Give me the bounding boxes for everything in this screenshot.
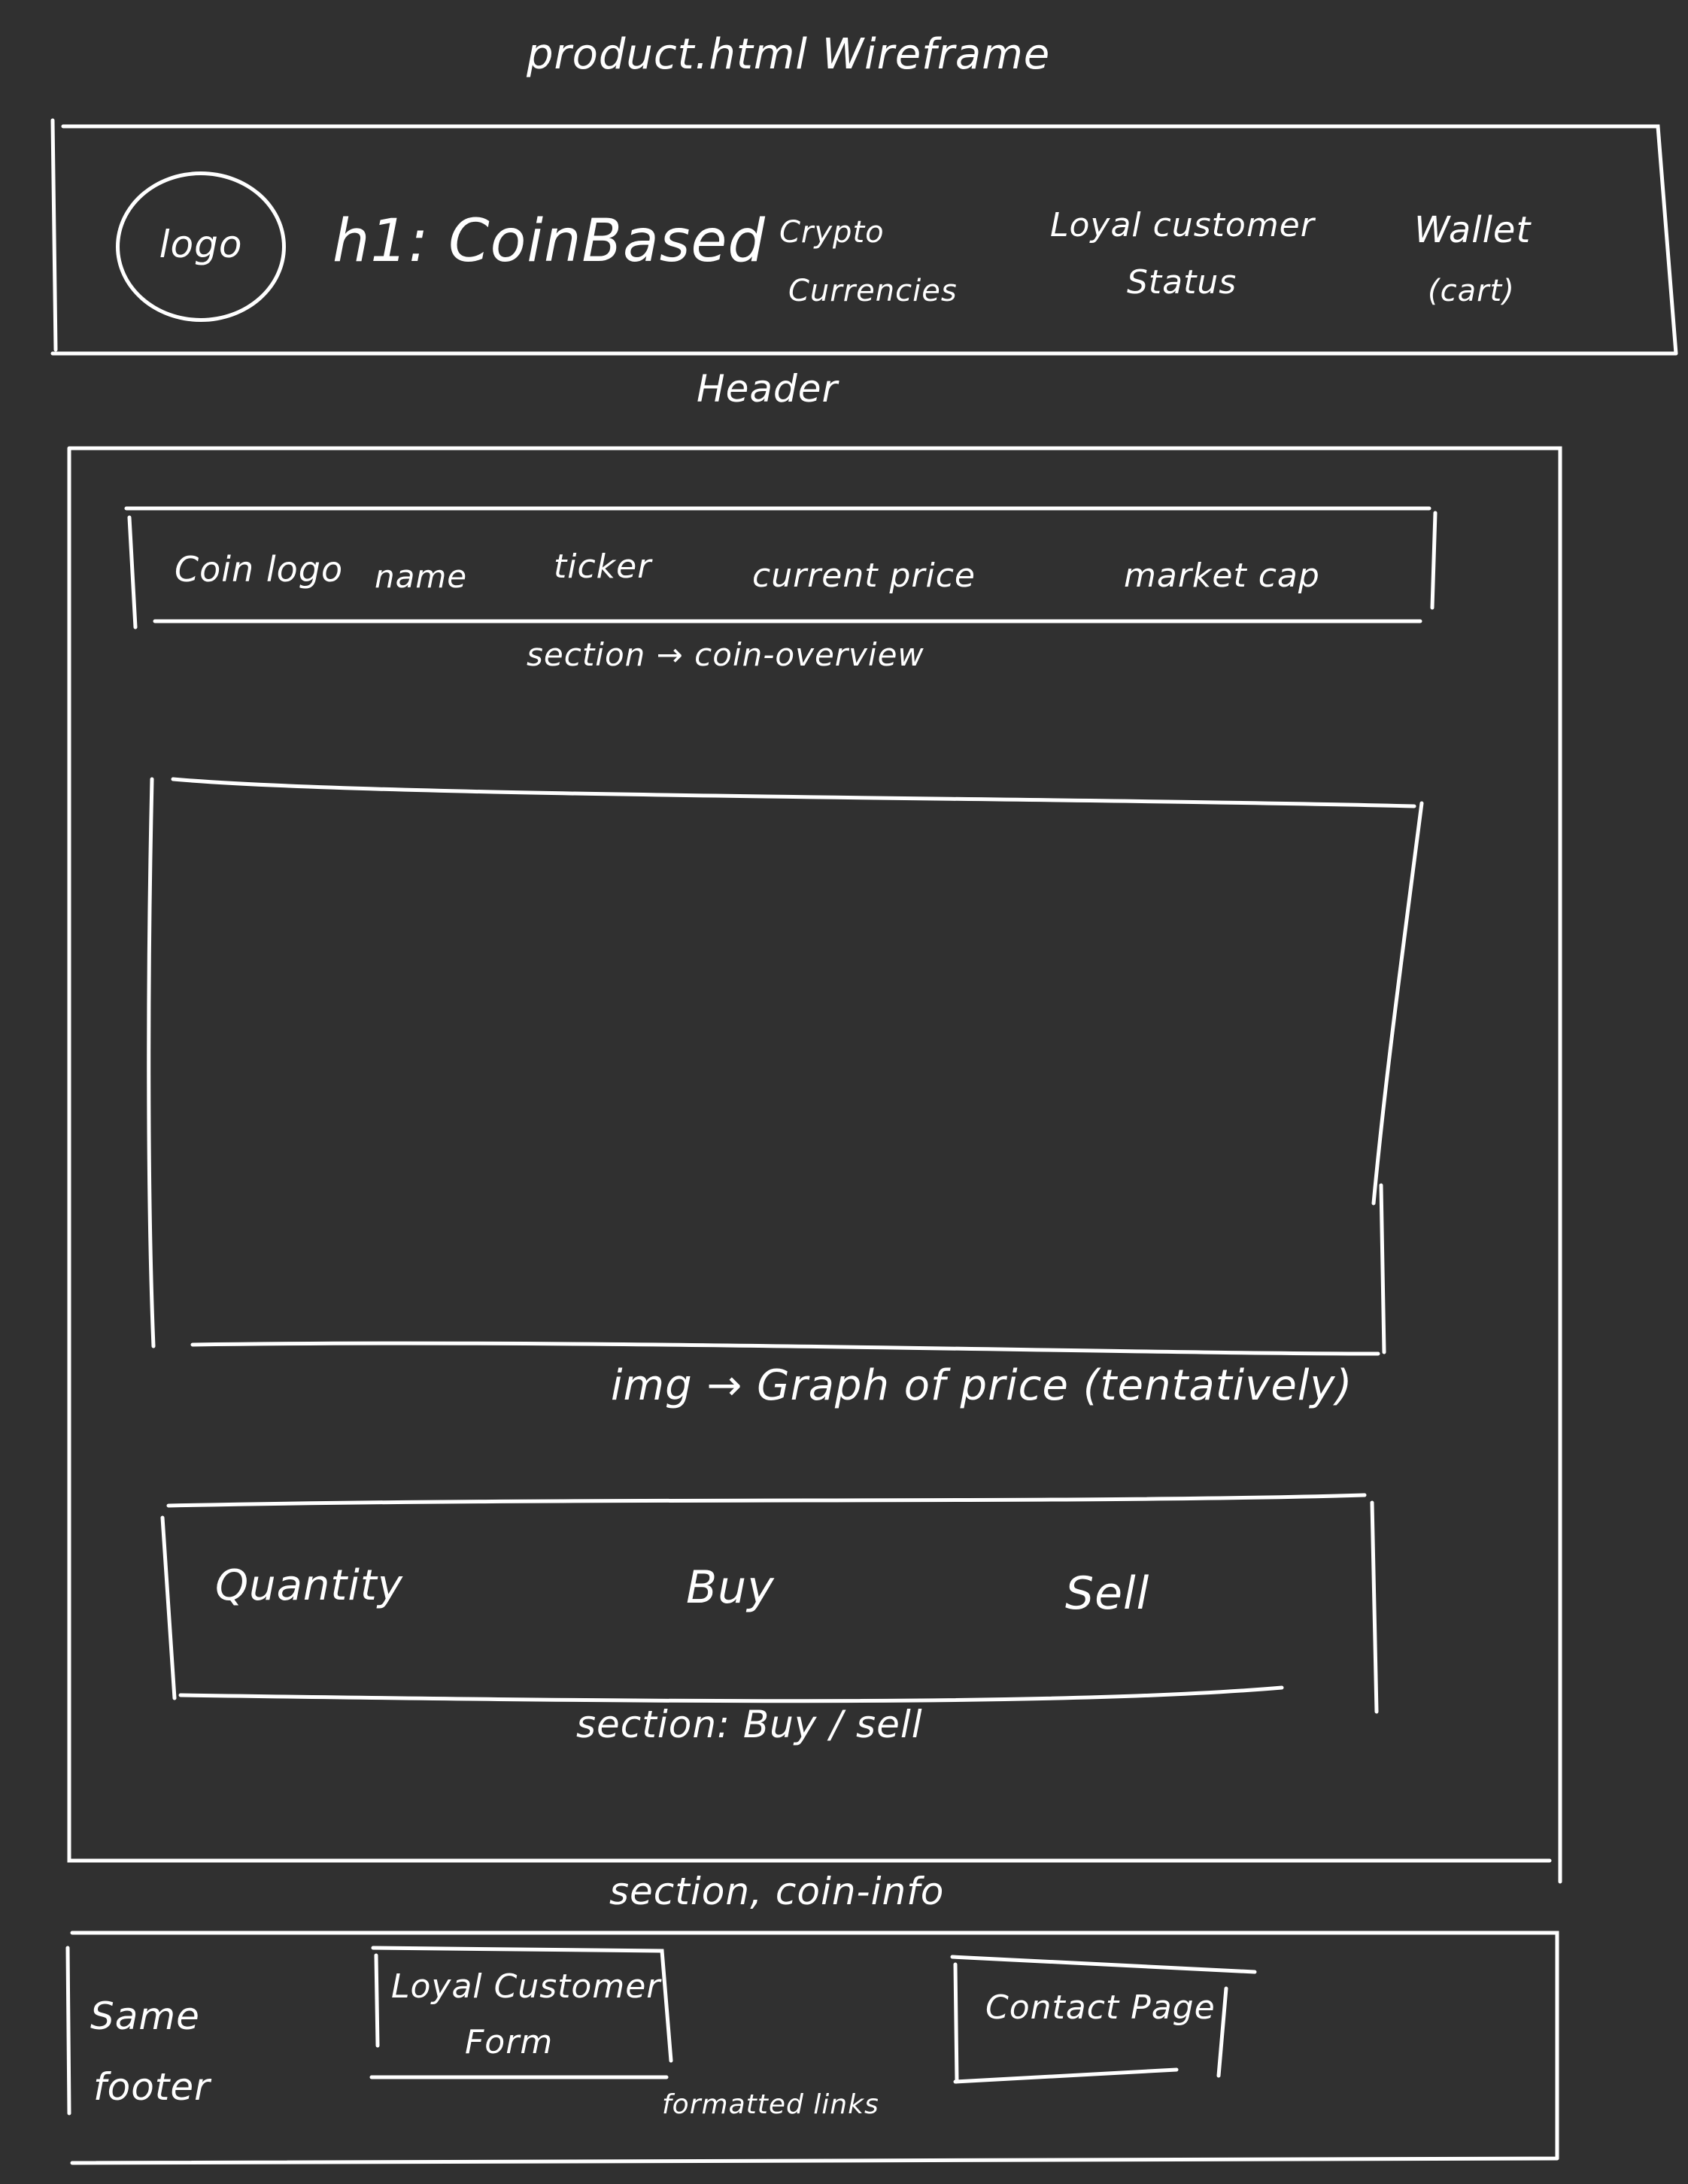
buy-button[interactable]: Buy [686, 1561, 775, 1614]
coin-overview-col-marketcap: market cap [1124, 557, 1320, 595]
coin-overview-col-ticker: ticker [554, 548, 652, 586]
footer-same-line1: Same [90, 1994, 200, 2038]
sell-button[interactable]: Sell [1065, 1567, 1149, 1620]
footer-link-contact-page[interactable]: Contact Page [985, 1988, 1216, 2027]
nav-wallet-line1: Wallet [1414, 209, 1532, 251]
loyal-form-line2: Form [465, 2023, 554, 2061]
coin-overview-col-name: name [375, 558, 468, 595]
coin-overview-col-logo: Coin logo [175, 549, 344, 590]
loyal-form-line1: Loyal Customer [391, 1967, 661, 2006]
nav-crypto-line2: Currencies [788, 274, 958, 308]
nav-loyal-line1: Loyal customer [1050, 206, 1315, 244]
nav-crypto-line1: Crypto [779, 215, 885, 250]
coin-info-caption: section, coin-info [609, 1870, 945, 1913]
graph-caption: img → Graph of price (tentatively) [611, 1361, 1353, 1410]
logo-label: logo [159, 223, 243, 266]
buy-sell-caption: section: Buy / sell [576, 1703, 923, 1746]
wireframe-sketch-lines [50, 118, 1678, 2165]
nav-wallet-line2: (cart) [1428, 274, 1515, 308]
footer-links-caption: formatted links [662, 2089, 879, 2120]
site-heading: h1: CoinBased [332, 208, 766, 275]
coin-overview-col-price: current price [752, 557, 976, 595]
header-caption: Header [697, 367, 839, 411]
graph-box-outline [147, 777, 1424, 1356]
footer-same-line2: footer [93, 2065, 211, 2109]
nav-loyal-line2: Status [1127, 263, 1237, 302]
quantity-label[interactable]: Quantity [215, 1561, 403, 1610]
footer-box-outline [65, 1931, 1559, 2165]
coin-overview-caption: section → coin-overview [527, 636, 924, 673]
page-title: product.html Wireframe [527, 30, 1051, 79]
